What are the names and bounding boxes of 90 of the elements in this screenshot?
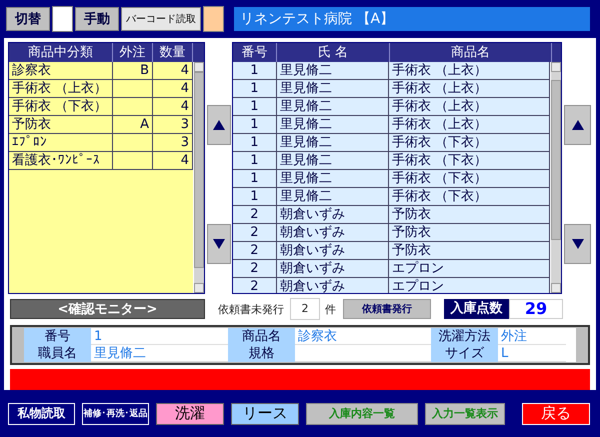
issue-button[interactable]: 依頼書発行 [343, 299, 431, 319]
field-label: 規格 [228, 345, 295, 362]
table-cell: ｴﾌﾟﾛﾝ [12, 135, 47, 150]
table-cell: 2 [250, 279, 259, 293]
table-cell: 手術衣 （上衣） [392, 63, 488, 78]
table-cell: 2 [250, 225, 259, 240]
table-cell: 手術衣 （上衣） [12, 81, 108, 96]
field-label: 洗濯方法 [431, 328, 498, 345]
table-cell: 予防衣 [392, 207, 432, 222]
table-cell: 4 [180, 99, 189, 114]
value-field: 外注 [498, 328, 566, 345]
table-cell: 2 [250, 243, 259, 258]
mode-button[interactable]: 手動 [75, 7, 119, 31]
value-field: 里見脩二 [91, 345, 228, 362]
table-cell: 里見脩二 [280, 81, 332, 96]
triangle-up-icon [572, 120, 584, 130]
table-cell: 1 [250, 171, 259, 186]
pending-label: 依頼書未発行 [218, 302, 284, 316]
table-cell: 手術衣 （下衣） [392, 171, 488, 186]
table-cell: 1 [250, 99, 259, 114]
action-button[interactable]: 補修･再洗･返品 [82, 402, 149, 424]
barcode-button[interactable]: バーコード読取 [121, 7, 201, 31]
hospital-title: リネンテスト病院 【A】 [234, 7, 590, 31]
table-cell: 里見脩二 [280, 117, 332, 132]
field-label: 商品名 [228, 328, 295, 345]
unit-label: 件 [325, 302, 336, 316]
action-button[interactable]: 私物読取 [8, 402, 75, 424]
table-cell: 1 [250, 81, 259, 96]
table-cell: 里見脩二 [280, 153, 332, 168]
table-cell: 3 [180, 117, 189, 132]
stock-label: 入庫点数 [444, 299, 509, 319]
table-cell: 3 [180, 135, 189, 150]
table-cell: 2 [250, 207, 259, 222]
value-field: 1 [91, 328, 228, 345]
scroll-up-button[interactable] [564, 105, 591, 145]
table-cell: 4 [180, 63, 189, 78]
table-cell: エプロン [392, 279, 444, 293]
stock-value: 29 [509, 299, 563, 319]
table-cell: B [140, 63, 149, 78]
table-cell: 朝倉いずみ [280, 261, 345, 276]
field-label: サイズ [431, 345, 498, 362]
value-field: L [498, 345, 566, 362]
table-cell: 手術衣 （上衣） [392, 117, 488, 132]
field-label: 番号 [24, 328, 91, 345]
table-cell: 1 [250, 135, 259, 150]
action-button[interactable]: 戻る [522, 402, 590, 424]
table-cell: A [140, 117, 149, 132]
table-cell: 予防衣 [12, 117, 51, 132]
scroll-up-button[interactable] [207, 105, 231, 145]
scrollbar[interactable] [193, 62, 204, 293]
table-cell: 朝倉いずみ [280, 243, 345, 258]
triangle-down-icon [213, 239, 225, 249]
scrollbar[interactable] [550, 62, 561, 293]
table-cell: 朝倉いずみ [280, 225, 345, 240]
table-cell: 里見脩二 [280, 171, 332, 186]
table-cell: 里見脩二 [280, 63, 332, 78]
table-cell: 里見脩二 [280, 99, 332, 114]
mode-button[interactable]: 切替 [6, 7, 50, 31]
triangle-down-icon [572, 239, 584, 249]
monitor-button[interactable]: <確認モニター> [10, 299, 205, 319]
table-cell: 1 [250, 117, 259, 132]
value-field: 診察衣 [295, 328, 431, 345]
table-cell: 手術衣 （下衣） [392, 189, 488, 204]
table-cell: 4 [180, 153, 189, 168]
table-cell: 1 [250, 189, 259, 204]
table-cell: 手術衣 （下衣） [392, 135, 488, 150]
table-cell: 2 [250, 261, 259, 276]
field-label: 職員名 [24, 345, 91, 362]
table-cell: 4 [180, 81, 189, 96]
scroll-down-button[interactable] [564, 224, 591, 264]
table-cell: 予防衣 [392, 243, 432, 258]
triangle-up-icon [213, 120, 225, 130]
table-cell: 朝倉いずみ [280, 207, 345, 222]
table-cell: 看護衣･ﾜﾝﾋﾟｰｽ [12, 153, 100, 168]
table-cell: 予防衣 [392, 225, 432, 240]
action-button[interactable]: リース [231, 402, 299, 424]
table-cell: 1 [250, 153, 259, 168]
table-cell: 里見脩二 [280, 135, 332, 150]
table-cell: 朝倉いずみ [280, 279, 345, 293]
table-cell: エプロン [392, 261, 444, 276]
table-cell: 手術衣 （下衣） [392, 153, 488, 168]
table-cell: 手術衣 （上衣） [392, 81, 488, 96]
table-cell: 手術衣 （下衣） [12, 99, 108, 114]
table-cell: 手術衣 （上衣） [392, 99, 488, 114]
action-button[interactable]: 洗濯 [156, 402, 224, 424]
table-cell: 里見脩二 [280, 189, 332, 204]
pending-count-field: 2 [290, 298, 320, 320]
scroll-down-button[interactable] [207, 224, 231, 264]
table-cell: 1 [250, 63, 259, 78]
table-cell: 診察衣 [12, 63, 51, 78]
